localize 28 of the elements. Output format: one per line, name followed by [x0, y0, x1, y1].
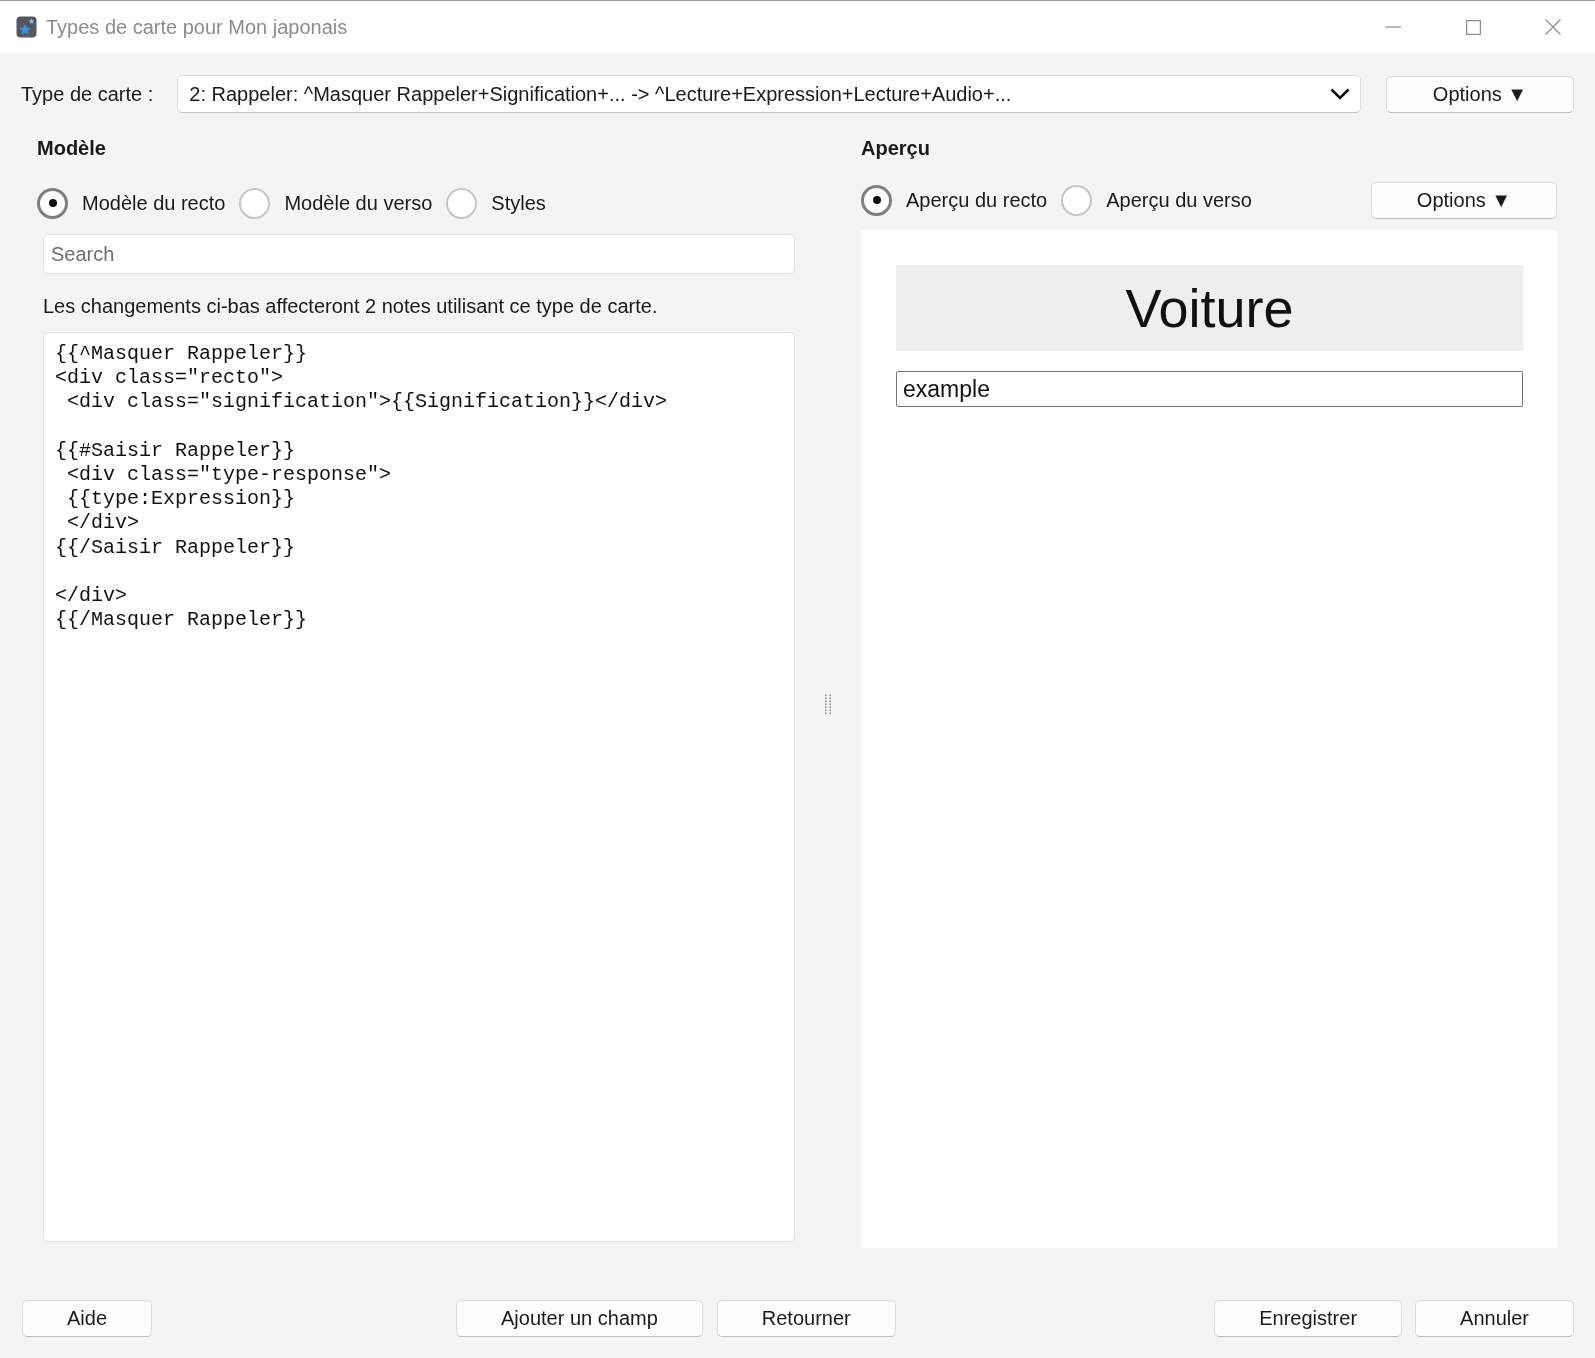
footer-button[interactable]: Enregistrer: [1214, 1300, 1403, 1337]
radio-option[interactable]: Modèle du recto: [37, 187, 226, 219]
minimize-icon: [1385, 26, 1401, 28]
card-type-dropdown[interactable]: 2: Rappeler: ^Masquer Rappeler+Signification+... -> ^Lecture+Expression+Lecture+Audio+...: [177, 75, 1361, 113]
splitter-handle[interactable]: [825, 694, 831, 716]
star-tile-icon: [16, 16, 37, 38]
footer-button[interactable]: Annuler: [1415, 1300, 1574, 1337]
notice-text: Les changements ci-bas affecteront 2 notes utilisant ce type de carte.: [43, 294, 658, 318]
footer-button[interactable]: Aide: [22, 1300, 153, 1337]
footer-button[interactable]: Retourner: [716, 1300, 896, 1337]
window-title: Types de carte pour Mon japonais: [46, 15, 348, 39]
card-type-label: Type de carte :: [21, 82, 154, 106]
chevron-down-icon: [1330, 88, 1350, 100]
options-button[interactable]: Options ▼: [1386, 75, 1574, 113]
answer-field[interactable]: example: [896, 371, 1523, 407]
maximize-icon: [1465, 19, 1481, 35]
search-field[interactable]: Search: [43, 234, 795, 274]
card-question: Voiture: [896, 265, 1523, 351]
footer-button[interactable]: Ajouter un champ: [456, 1300, 703, 1337]
radio-option[interactable]: Aperçu du recto: [861, 184, 1048, 216]
close-icon: [1545, 19, 1561, 35]
radio-option[interactable]: Aperçu du verso: [1061, 184, 1252, 216]
section-heading: Modèle: [37, 136, 106, 160]
options-button[interactable]: Options ▼: [1371, 181, 1557, 219]
radio-option[interactable]: Modèle du verso: [239, 187, 433, 219]
code-editor[interactable]: {{^Masquer Rappeler}} <div class="recto"> <div class="signification">{{Signification}}</div> {{#Saisir Rappeler}} <div class="type-response"> {{type:Expression}} </div> {{/Saisir Rappeler}} </div> {{/Masquer Rappeler}}: [43, 332, 795, 1242]
radio-option[interactable]: Styles: [446, 187, 546, 219]
section-heading: Aperçu: [861, 136, 930, 160]
